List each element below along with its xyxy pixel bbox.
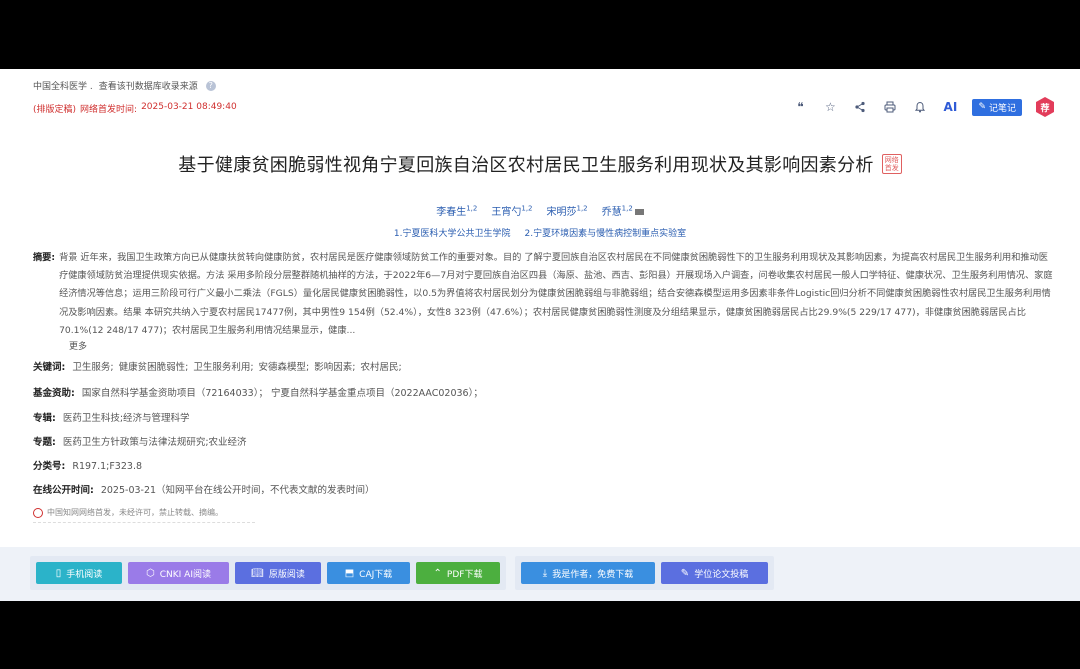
mail-icon[interactable] — [634, 209, 644, 215]
keyword[interactable]: 健康贫困脆弱性; — [119, 362, 189, 373]
keywords-row: 关键词: 卫生服务; 健康贫困脆弱性; 卫生服务利用; 安德森模型; 影响因素;… — [33, 359, 404, 373]
journal-name[interactable]: 中国全科医学 . — [33, 79, 93, 92]
author[interactable]: 宋明莎1,2 — [547, 203, 588, 218]
download-icon: ⤓ — [542, 567, 548, 579]
book-icon: 📖︎ — [251, 567, 264, 579]
keyword[interactable]: 卫生服务利用; — [193, 362, 253, 373]
pdf-download-label: PDF下载 — [446, 569, 483, 580]
topic-label: 专题: — [33, 437, 56, 448]
caj-download-label: CAJ下载 — [359, 569, 393, 580]
keywords-label: 关键词: — [33, 362, 66, 373]
note-label: 记笔记 — [988, 103, 1016, 114]
series-label: 专辑: — [33, 413, 56, 424]
series-row: 专辑: 医药卫生科技;经济与管理科学 — [33, 410, 190, 424]
phone-icon: ▯ — [55, 567, 62, 579]
original-read-label: 原版阅读 — [268, 569, 305, 580]
thesis-submit-label: 学位论文投稿 — [694, 569, 749, 580]
online-label: 在线公开时间: — [33, 485, 94, 496]
fund-row: 基金资助: 国家自然科学基金资助项目（72164033）； 宁夏自然科学基金重点… — [33, 385, 483, 399]
journal-line: 中国全科医学 . 查看该刊数据库收录来源 ? — [33, 79, 216, 92]
ai-icon[interactable]: AI — [942, 99, 958, 115]
caj-download-button[interactable]: ⬒ CAJ下载 — [327, 562, 410, 584]
edit-icon: ✎ — [680, 567, 690, 579]
read-download-group: ▯ 手机阅读 ⬡ CNKI AI阅读 📖︎ 原版阅读 ⬒ CAJ下载 ⌃ PDF… — [30, 556, 506, 590]
abstract: 摘要: 背景 近年来，我国卫生政策方向已从健康扶贫转向健康防贫，农村居民是医疗健… — [33, 249, 1053, 340]
series-value: 医药卫生科技;经济与管理科学 — [62, 413, 190, 424]
pdf-icon: ⌃ — [433, 567, 442, 579]
class-value: R197.1;F323.8 — [72, 461, 143, 472]
pdf-download-button[interactable]: ⌃ PDF下载 — [416, 562, 500, 584]
bell-icon[interactable] — [912, 99, 928, 115]
thesis-submit-button[interactable]: ✎ 学位论文投稿 — [661, 562, 768, 584]
keyword[interactable]: 影响因素; — [314, 362, 355, 373]
cnki-ai-read-label: CNKI AI阅读 — [159, 569, 211, 580]
caj-icon: ⬒ — [344, 567, 355, 579]
original-read-button[interactable]: 📖︎ 原版阅读 — [235, 562, 321, 584]
copyright-icon — [33, 507, 43, 518]
online-value: 2025-03-21（知网平台在线公开时间，不代表文献的发表时间） — [100, 485, 375, 496]
note-button[interactable]: ✎ 记笔记 — [972, 98, 1022, 116]
affiliation[interactable]: 1.宁夏医科大学公共卫生学院 — [394, 226, 511, 239]
fund-label: 基金资助: — [33, 388, 75, 399]
pencil-icon: ✎ — [978, 102, 986, 112]
article-title: 基于健康贫困脆弱性视角宁夏回族自治区农村居民卫生服务利用现状及其影响因素分析 — [178, 155, 874, 176]
copyright-notice: 中国知网网络首发，未经许可，禁止转载、摘编。 — [33, 507, 255, 523]
article-page: 中国全科医学 . 查看该刊数据库收录来源 ? (排版定稿) 网络首发时间: 20… — [0, 69, 1080, 601]
ai-read-icon: ⬡ — [146, 567, 155, 579]
online-first-badge: 网络首发 — [881, 154, 902, 174]
abstract-label: 摘要: — [33, 252, 56, 263]
affiliation[interactable]: 2.宁夏环境因素与慢性病控制重点实验室 — [525, 226, 687, 239]
lookup-link[interactable]: 查看该刊数据库收录来源 — [99, 79, 198, 92]
keyword[interactable]: 农村居民; — [361, 362, 402, 373]
copyright-text: 中国知网网络首发，未经许可，禁止转载、摘编。 — [47, 508, 223, 517]
author-download-label: 我是作者，免费下载 — [552, 569, 634, 580]
recommend-button[interactable]: 荐 — [1036, 97, 1054, 117]
action-bar: ▯ 手机阅读 ⬡ CNKI AI阅读 📖︎ 原版阅读 ⬒ CAJ下载 ⌃ PDF… — [0, 547, 1080, 601]
print-icon[interactable] — [882, 99, 898, 115]
author-group: ⤓ 我是作者，免费下载 ✎ 学位论文投稿 — [515, 556, 774, 590]
author[interactable]: 李春生1,2 — [436, 203, 477, 218]
star-icon[interactable]: ☆ — [822, 99, 838, 115]
online-row: 在线公开时间: 2025-03-21（知网平台在线公开时间，不代表文献的发表时间… — [33, 482, 375, 496]
abstract-text: 背景 近年来，我国卫生政策方向已从健康扶贫转向健康防贫，农村居民是医疗健康领域防… — [59, 252, 1053, 336]
author-download-button[interactable]: ⤓ 我是作者，免费下载 — [521, 562, 655, 584]
toolbar: ❝ ☆ AI ✎ 记笔记 荐 — [792, 97, 1054, 117]
class-row: 分类号: R197.1;F323.8 — [33, 458, 142, 472]
topic-row: 专题: 医药卫生方针政策与法律法规研究;农业经济 — [33, 434, 247, 448]
pub-status: (排版定稿) — [33, 105, 77, 115]
fund-value[interactable]: 国家自然科学基金资助项目（72164033）； 宁夏自然科学基金重点项目（202… — [82, 388, 483, 399]
topic-value: 医药卫生方针政策与法律法规研究;农业经济 — [62, 437, 247, 448]
more-link[interactable]: 更多 — [69, 339, 87, 352]
title-row: 基于健康贫困脆弱性视角宁夏回族自治区农村居民卫生服务利用现状及其影响因素分析 网… — [0, 151, 1080, 177]
author[interactable]: 乔慧1,2 — [602, 203, 644, 218]
publish-line: (排版定稿) 网络首发时间: 2025-03-21 08:49:40 — [33, 102, 237, 115]
cnki-ai-read-button[interactable]: ⬡ CNKI AI阅读 — [128, 562, 229, 584]
affiliation-list: 1.宁夏医科大学公共卫生学院 2.宁夏环境因素与慢性病控制重点实验室 — [0, 226, 1080, 239]
question-icon[interactable]: ? — [205, 80, 216, 91]
pub-time: 2025-03-21 08:49:40 — [141, 102, 237, 112]
class-label: 分类号: — [33, 461, 66, 472]
pub-time-label: 网络首发时间: — [80, 105, 138, 115]
author-list: 李春生1,2 王宵勺1,2 宋明莎1,2 乔慧1,2 — [0, 203, 1080, 218]
mobile-read-label: 手机阅读 — [66, 569, 103, 580]
keyword[interactable]: 安德森模型; — [259, 362, 310, 373]
mobile-read-button[interactable]: ▯ 手机阅读 — [36, 562, 122, 584]
author[interactable]: 王宵勺1,2 — [491, 203, 532, 218]
quote-icon[interactable]: ❝ — [792, 99, 808, 115]
share-icon[interactable] — [852, 99, 868, 115]
keyword[interactable]: 卫生服务; — [72, 362, 113, 373]
